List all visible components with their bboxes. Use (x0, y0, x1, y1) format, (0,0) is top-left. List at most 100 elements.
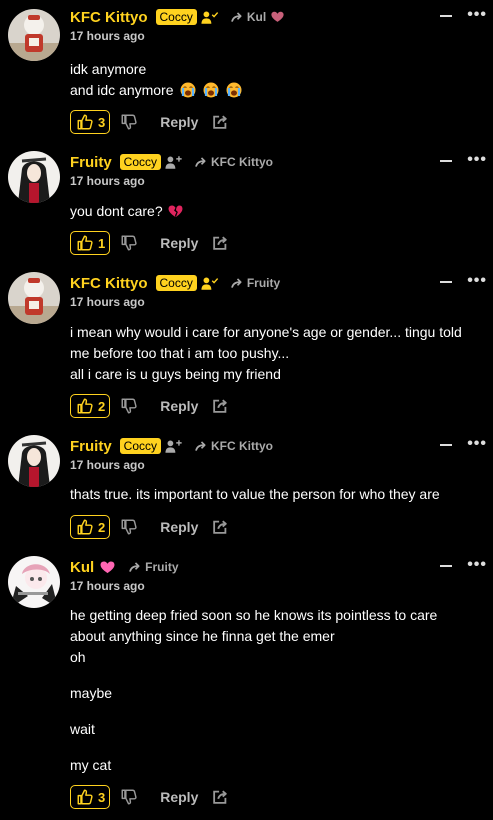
more-options-button[interactable]: ••• (467, 151, 487, 169)
collapse-button[interactable] (437, 272, 455, 290)
thumbs-up-icon (76, 518, 94, 536)
comment-line: he getting deep fried soon so he knows i… (70, 607, 438, 623)
reply-arrow-icon (231, 12, 244, 23)
comment-actions: 3 Reply (70, 785, 229, 809)
thumbs-down-icon (120, 788, 138, 806)
comment-line: and idc anymore (70, 82, 174, 98)
like-button[interactable]: 2 (70, 515, 111, 539)
user-avatar[interactable] (8, 151, 60, 203)
comment-body: i mean why would i care for anyone's age… (70, 322, 485, 385)
share-button[interactable] (211, 234, 229, 252)
share-button[interactable] (211, 788, 229, 806)
reply-to-link[interactable]: KFC Kittyo (195, 439, 273, 453)
like-button[interactable]: 3 (70, 110, 111, 134)
dislike-button[interactable] (120, 518, 138, 536)
person-check-icon[interactable] (201, 10, 219, 25)
dislike-button[interactable] (120, 788, 138, 806)
loudly-crying-face-emoji (226, 82, 242, 98)
comment-line: idk anymore (70, 61, 147, 77)
more-options-button[interactable]: ••• (467, 435, 487, 453)
share-icon (211, 234, 229, 252)
comment-line: oh (70, 649, 86, 665)
reply-button[interactable]: Reply (160, 398, 198, 414)
comment-body: he getting deep fried soon so he knows i… (70, 605, 485, 776)
collapse-button[interactable] (437, 6, 455, 24)
comment-actions: 3 Reply (70, 110, 229, 134)
person-check-icon[interactable] (201, 276, 219, 291)
timestamp: 17 hours ago (70, 579, 145, 593)
dislike-button[interactable] (120, 234, 138, 252)
user-badge: Coccy (155, 9, 197, 25)
share-button[interactable] (211, 113, 229, 131)
share-button[interactable] (211, 397, 229, 415)
like-button[interactable]: 1 (70, 231, 111, 255)
user-badge: Coccy (155, 275, 197, 291)
comment-line: maybe (70, 685, 113, 701)
more-options-button[interactable]: ••• (467, 272, 487, 290)
like-button[interactable]: 2 (70, 394, 111, 418)
username[interactable]: Kul (70, 559, 94, 576)
username[interactable]: KFC Kittyo (70, 275, 148, 292)
broken-heart-emoji (168, 205, 183, 218)
more-options-button[interactable]: ••• (467, 6, 487, 24)
reply-to-name: KFC Kittyo (211, 155, 274, 169)
dislike-button[interactable] (120, 113, 138, 131)
reply-arrow-icon (231, 278, 244, 289)
comment-line: thats true. its important to value the p… (70, 486, 440, 502)
comment-line (70, 740, 485, 755)
share-button[interactable] (211, 518, 229, 536)
comment-line (70, 704, 485, 719)
collapse-button[interactable] (437, 556, 455, 574)
reply-button[interactable]: Reply (160, 235, 198, 251)
username[interactable]: KFC Kittyo (70, 9, 148, 26)
reply-to-link[interactable]: KFC Kittyo (195, 155, 273, 169)
reply-button[interactable]: Reply (160, 519, 198, 535)
person-add-icon[interactable] (165, 155, 183, 170)
comment-header: KFC Kittyo Coccy Kul (70, 6, 284, 28)
comment-line (70, 668, 485, 683)
comment-actions: 2 Reply (70, 515, 229, 539)
comment-body: you dont care? (70, 201, 485, 222)
user-avatar[interactable] (8, 272, 60, 324)
comment-line: you dont care? (70, 203, 163, 219)
reply-to-name: Fruity (246, 276, 281, 290)
username[interactable]: Fruity (70, 438, 112, 455)
user-avatar[interactable] (8, 435, 60, 487)
dislike-button[interactable] (120, 397, 138, 415)
username[interactable]: Fruity (70, 154, 112, 171)
reply-button[interactable]: Reply (160, 789, 198, 805)
like-button[interactable]: 3 (70, 785, 111, 809)
thumbs-up-icon (76, 788, 94, 806)
reply-to-name: KFC Kittyo (211, 439, 274, 453)
comment-header: Fruity Coccy KFC Kittyo (70, 435, 273, 457)
comment-line: wait (70, 721, 95, 737)
more-options-button[interactable]: ••• (467, 556, 487, 574)
comment-body: thats true. its important to value the p… (70, 484, 485, 505)
comment-header: Kul Fruity (70, 556, 179, 578)
comment-line: about anything since he finna get the em… (70, 628, 335, 644)
reply-to-link[interactable]: Kul (231, 10, 266, 24)
reply-to-link[interactable]: Fruity (129, 560, 179, 574)
heart-icon (271, 11, 284, 23)
comment-actions: 2 Reply (70, 394, 229, 418)
reply-to-name: Kul (246, 10, 267, 24)
share-icon (211, 113, 229, 131)
person-add-icon[interactable] (165, 439, 183, 454)
loudly-crying-face-emoji (203, 82, 219, 98)
thumbs-down-icon (120, 397, 138, 415)
thumbs-up-icon (76, 234, 94, 252)
like-count: 3 (98, 789, 106, 805)
timestamp: 17 hours ago (70, 29, 145, 43)
like-count: 2 (98, 519, 106, 535)
reply-arrow-icon (195, 157, 208, 168)
reply-button[interactable]: Reply (160, 114, 198, 130)
reply-to-link[interactable]: Fruity (231, 276, 280, 290)
collapse-button[interactable] (437, 435, 455, 453)
like-count: 3 (98, 114, 106, 130)
reply-arrow-icon (129, 562, 142, 573)
comment-header: KFC Kittyo Coccy Fruity (70, 272, 280, 294)
user-avatar[interactable] (8, 556, 60, 608)
collapse-button[interactable] (437, 151, 455, 169)
timestamp: 17 hours ago (70, 295, 145, 309)
user-avatar[interactable] (8, 9, 60, 61)
